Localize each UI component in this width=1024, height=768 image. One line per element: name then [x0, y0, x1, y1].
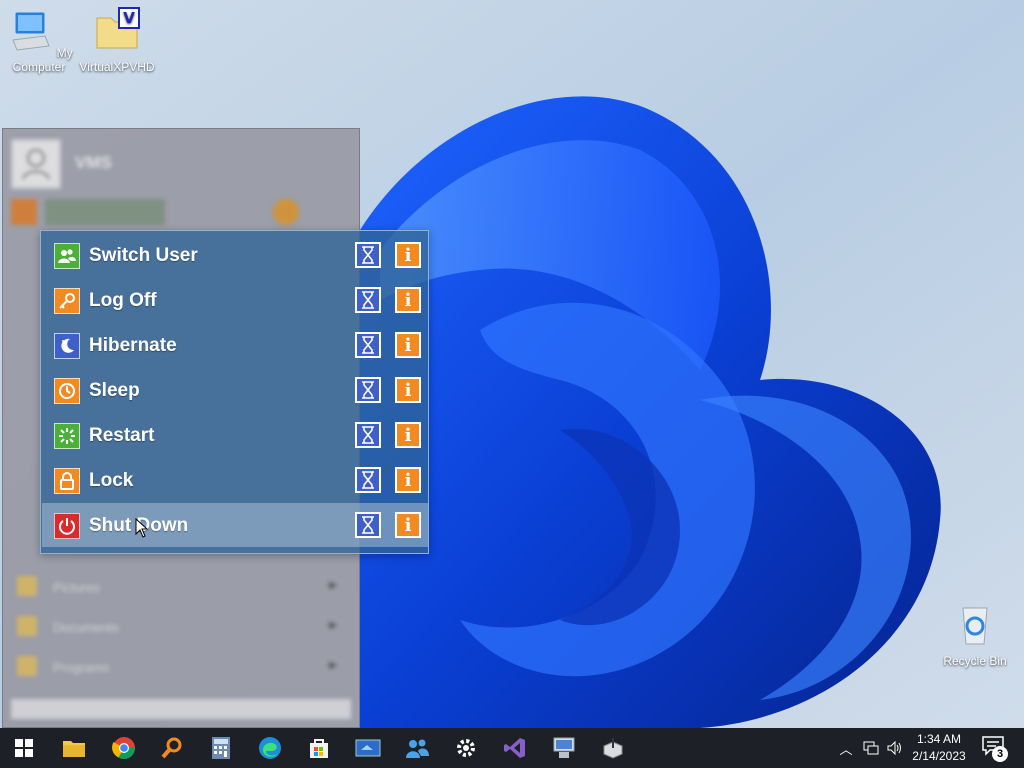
- info-icon[interactable]: i: [395, 242, 421, 268]
- taskbar-calculator[interactable]: [197, 728, 245, 768]
- network-icon[interactable]: [860, 728, 882, 768]
- hourglass-icon[interactable]: [355, 422, 381, 448]
- taskbar: ︿ 1:34 AM 2/14/2023 3: [0, 728, 1024, 768]
- info-icon[interactable]: i: [395, 422, 421, 448]
- settings-gear-icon: [457, 739, 475, 757]
- mouse-cursor-icon: [135, 518, 149, 538]
- edge-icon: [259, 737, 281, 759]
- store-icon: [310, 739, 328, 758]
- chevron-up-icon[interactable]: ︿: [836, 728, 856, 768]
- chevron-right-icon: ▶: [329, 580, 337, 591]
- folder-icon: [17, 616, 37, 636]
- hourglass-icon[interactable]: [355, 242, 381, 268]
- hourglass-icon[interactable]: [355, 377, 381, 403]
- desktop-icon-virtualxpvhd[interactable]: V VirtualXPVHD: [78, 6, 156, 74]
- start-menu-item[interactable]: Pictures ▶: [13, 574, 343, 602]
- taskbar-settings[interactable]: [442, 728, 490, 768]
- power-options-menu: Switch User i Log Off i Hibernate i Slee…: [40, 230, 429, 554]
- notification-center-button[interactable]: 3: [978, 732, 1012, 764]
- menu-item-label: Restart: [89, 425, 155, 446]
- user-avatar[interactable]: [11, 139, 61, 189]
- windows-logo-icon: [15, 739, 33, 757]
- chevron-right-icon: ▶: [329, 660, 337, 671]
- toolbar-button[interactable]: [45, 199, 165, 225]
- taskbar-store[interactable]: [295, 728, 343, 768]
- start-button[interactable]: [0, 728, 48, 768]
- lock-icon: [54, 468, 80, 494]
- desktop-icon-recycle-bin[interactable]: Recycle Bin: [936, 600, 1014, 668]
- taskbar-people[interactable]: [393, 728, 441, 768]
- desktop-icon-label: Recycle Bin: [943, 654, 1007, 668]
- start-menu-toolbar: [11, 199, 351, 225]
- menu-item-shut-down[interactable]: Shut Down i: [42, 503, 428, 547]
- folder-icon: [17, 576, 37, 596]
- menu-item-label: Sleep: [89, 380, 140, 401]
- folder-vhd-icon: V: [96, 7, 140, 49]
- visual-studio-icon: [504, 738, 525, 758]
- volume-icon[interactable]: [884, 728, 906, 768]
- menu-item-label: Lock: [89, 470, 134, 491]
- taskbar-clock[interactable]: 1:34 AM 2/14/2023: [905, 731, 973, 765]
- power-clock-icon: [54, 378, 80, 404]
- start-search-box[interactable]: [11, 699, 351, 719]
- info-icon[interactable]: i: [395, 512, 421, 538]
- menu-item-switch-user[interactable]: Switch User i: [42, 233, 428, 277]
- moon-icon: [54, 333, 80, 359]
- toolbar-button[interactable]: [273, 199, 299, 225]
- toolbar-button[interactable]: [11, 199, 37, 225]
- clock-time: 1:34 AM: [916, 732, 962, 746]
- switch-user-icon: [54, 243, 80, 269]
- taskbar-file-explorer[interactable]: [50, 728, 98, 768]
- hourglass-icon[interactable]: [355, 332, 381, 358]
- user-silhouette-icon: [22, 149, 50, 180]
- info-icon[interactable]: i: [395, 287, 421, 313]
- taskbar-search-tool[interactable]: [148, 728, 196, 768]
- taskbar-edge[interactable]: [246, 728, 294, 768]
- menu-item-sleep[interactable]: Sleep i: [42, 368, 428, 412]
- user-name: VMS: [75, 153, 112, 172]
- start-menu-item[interactable]: Documents ▶: [13, 614, 343, 642]
- menu-item-restart[interactable]: Restart i: [42, 413, 428, 457]
- power-icon: [54, 513, 80, 539]
- people-icon: [406, 739, 429, 758]
- clock-date: 2/14/2023: [912, 749, 966, 763]
- menu-item-label: Hibernate: [89, 335, 177, 356]
- key-icon: [54, 288, 80, 314]
- menu-item-log-off[interactable]: Log Off i: [42, 278, 428, 322]
- installer-icon: [603, 738, 623, 759]
- menu-item-label: Switch User: [89, 245, 198, 266]
- recycle-bin-icon: [962, 607, 988, 645]
- start-menu-item[interactable]: Programs ▶: [13, 654, 343, 682]
- chrome-icon: [112, 737, 135, 759]
- calculator-icon: [212, 737, 230, 759]
- info-icon[interactable]: i: [395, 332, 421, 358]
- file-explorer-icon: [63, 741, 85, 757]
- film-icon: [355, 739, 381, 757]
- computer-icon: [12, 11, 51, 51]
- hourglass-icon[interactable]: [355, 467, 381, 493]
- restart-icon: [54, 423, 80, 449]
- taskbar-media[interactable]: [344, 728, 392, 768]
- desktop-icon-my-computer[interactable]: My Computer: [0, 6, 78, 74]
- taskbar-remote-desktop[interactable]: [540, 728, 588, 768]
- taskbar-chrome[interactable]: [100, 728, 148, 768]
- search-magnifier-icon: [161, 737, 182, 759]
- chevron-right-icon: ▶: [329, 620, 337, 631]
- svg-text:V: V: [123, 9, 135, 27]
- notification-count-badge: 3: [992, 746, 1008, 762]
- menu-item-label: Log Off: [89, 290, 157, 311]
- hourglass-icon[interactable]: [355, 287, 381, 313]
- info-icon[interactable]: i: [395, 377, 421, 403]
- taskbar-installer[interactable]: [589, 728, 637, 768]
- menu-item-hibernate[interactable]: Hibernate i: [42, 323, 428, 367]
- folder-icon: [17, 656, 37, 676]
- menu-item-lock[interactable]: Lock i: [42, 458, 428, 502]
- desktop-icon-label: VirtualXPVHD: [79, 60, 155, 74]
- remote-desktop-icon: [553, 737, 575, 758]
- taskbar-visual-studio[interactable]: [491, 728, 539, 768]
- info-icon[interactable]: i: [395, 467, 421, 493]
- hourglass-icon[interactable]: [355, 512, 381, 538]
